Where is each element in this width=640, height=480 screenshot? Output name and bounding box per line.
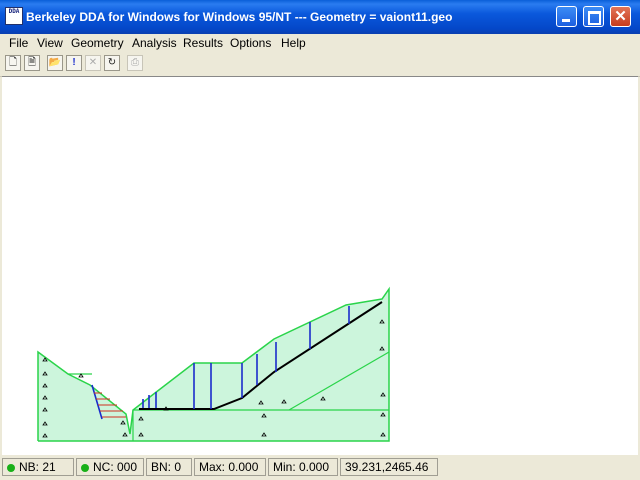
status-nc-text: NC: 000	[93, 460, 138, 474]
app-icon: DDA	[5, 7, 23, 25]
menu-geometry[interactable]: Geometry	[71, 36, 124, 50]
status-nb: NB: 21	[2, 458, 74, 476]
menu-bar: File View Geometry Analysis Results Opti…	[0, 34, 640, 52]
title-bar: DDA Berkeley DDA for Windows for Windows…	[0, 0, 640, 34]
rock-mass-region	[38, 289, 389, 441]
menu-results[interactable]: Results	[183, 36, 223, 50]
window-title: Berkeley DDA for Windows for Windows 95/…	[26, 10, 453, 24]
menu-file[interactable]: File	[9, 36, 28, 50]
maximize-icon	[588, 11, 601, 25]
status-min: Min: 0.000	[268, 458, 338, 476]
exclamation-icon[interactable]: !	[66, 55, 82, 71]
cross-icon[interactable]: ✕	[85, 55, 101, 71]
maximize-button[interactable]	[583, 6, 604, 27]
refresh-icon[interactable]: ↻	[104, 55, 120, 71]
open-folder-icon[interactable]: 📂	[47, 55, 63, 71]
minimize-icon	[562, 19, 570, 22]
print-icon[interactable]: ⎙	[127, 55, 143, 71]
close-icon: ✕	[614, 8, 627, 25]
status-nc: NC: 000	[76, 458, 144, 476]
status-bn: BN: 0	[146, 458, 192, 476]
menu-analysis[interactable]: Analysis	[132, 36, 177, 50]
new-file-icon[interactable]: 🗋	[5, 55, 21, 71]
new-document-icon[interactable]: 🗎	[24, 55, 40, 71]
menu-help[interactable]: Help	[281, 36, 306, 50]
status-max: Max: 0.000	[194, 458, 266, 476]
toolbar: 🗋 🗎 📂 ! ✕ ↻ ⎙	[0, 52, 640, 77]
geometry-drawing	[37, 286, 390, 442]
minimize-button[interactable]	[556, 6, 577, 27]
status-coordinates: 39.231,2465.46	[340, 458, 438, 476]
status-indicator-icon	[81, 464, 89, 472]
geometry-canvas[interactable]	[2, 76, 638, 455]
menu-options[interactable]: Options	[230, 36, 271, 50]
menu-view[interactable]: View	[37, 36, 63, 50]
status-indicator-icon	[7, 464, 15, 472]
close-button[interactable]: ✕	[610, 6, 631, 27]
status-nb-text: NB: 21	[19, 460, 56, 474]
status-bar: NB: 21 NC: 000 BN: 0 Max: 0.000 Min: 0.0…	[0, 456, 640, 480]
